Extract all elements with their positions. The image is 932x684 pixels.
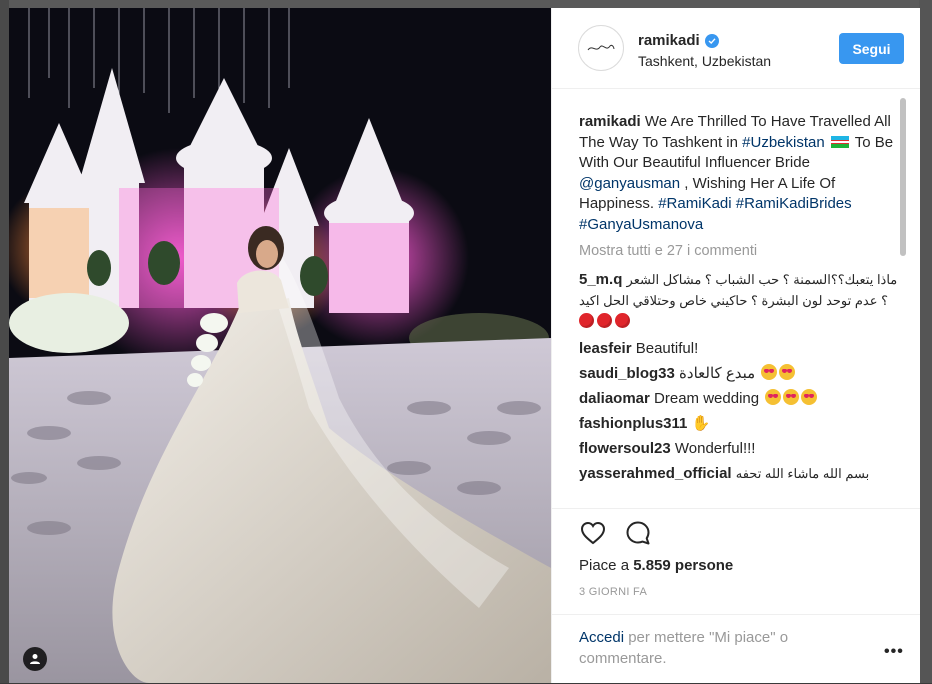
user-tag-icon [30, 654, 40, 664]
comment-text: بسم الله ماشاء الله تحفه [735, 466, 870, 481]
ok-hand-icon: ✋ [691, 415, 711, 432]
wedding-photo-illustration [9, 8, 551, 683]
comment-button[interactable] [624, 519, 652, 547]
comment-item: flowersoul23 Wonderful!!! [579, 438, 904, 459]
comment-text: ماذا يتعبك؟؟السمنة ؟ حب الشباب ؟ مشاكل ا… [579, 272, 898, 308]
comment-username[interactable]: 5_m.q [579, 271, 622, 288]
avatar[interactable] [578, 25, 624, 71]
post-location[interactable]: Tashkent, Uzbekistan [638, 53, 771, 69]
backdrop-strip [919, 0, 932, 683]
comment-username[interactable]: yasserahmed_official [579, 465, 732, 482]
comment-username[interactable]: daliaomar [579, 390, 650, 407]
heart-eyes-icon [761, 364, 778, 380]
comment-text: Beautiful! [635, 340, 699, 357]
heart-icon [580, 521, 606, 545]
red-circle-icon [615, 313, 630, 328]
backdrop-strip [0, 0, 932, 8]
heart-eyes-icon [765, 389, 782, 405]
likes-number: 5.859 persone [633, 557, 734, 574]
backdrop-strip [0, 0, 9, 683]
verified-badge-icon [704, 33, 719, 48]
comment-username[interactable]: saudi_blog33 [579, 365, 675, 382]
post-actions: Piace a 5.859 persone 3 GIORNI FA [552, 508, 920, 598]
comment-item: yasserahmed_official بسم الله ماشاء الله… [579, 463, 904, 484]
comment-item: fashionplus311 ✋ [579, 413, 904, 434]
likes-count[interactable]: Piace a 5.859 persone [579, 557, 733, 574]
comment-text: Wonderful!!! [674, 440, 756, 457]
red-circle-icon [597, 313, 612, 328]
comment-username[interactable]: flowersoul23 [579, 440, 671, 457]
post-side-panel: ramikadi Tashkent, Uzbekistan Segui rami… [551, 8, 920, 683]
comment-icon [626, 521, 650, 545]
red-circle-emojis [579, 313, 904, 334]
user-tag-button[interactable] [23, 647, 47, 671]
signature-logo-icon [587, 44, 615, 51]
likes-prefix: Piace a [579, 557, 634, 574]
show-all-comments-link[interactable]: Mostra tutti e 27 i commenti [579, 243, 904, 259]
heart-eyes-icon [801, 389, 818, 405]
uzbekistan-flag-icon [830, 135, 849, 148]
comment-username[interactable]: leasfeir [579, 340, 632, 357]
red-circle-icon [579, 313, 594, 328]
comment-text: مبدع كالعادة [679, 365, 756, 382]
login-prompt: Accedi per mettere "Mi piace" o commenta… [552, 614, 920, 684]
like-button[interactable] [579, 519, 607, 547]
comment-item: saudi_blog33 مبدع كالعادة [579, 363, 904, 384]
caption-username[interactable]: ramikadi [579, 113, 641, 130]
heart-eyes-icon [783, 389, 800, 405]
heart-eyes-icon [779, 364, 796, 380]
post-header: ramikadi Tashkent, Uzbekistan Segui [552, 8, 920, 89]
username[interactable]: ramikadi [638, 32, 700, 49]
hashtag-link[interactable]: #RamiKadiBrides [736, 195, 852, 212]
follow-button[interactable]: Segui [839, 33, 904, 64]
hashtag-link[interactable]: #Uzbekistan [742, 134, 825, 151]
more-options-button[interactable]: ••• [884, 643, 904, 661]
login-link[interactable]: Accedi [579, 629, 624, 646]
comments-scrollbar[interactable] [898, 94, 907, 504]
scrollbar-thumb[interactable] [900, 98, 906, 256]
hashtag-link[interactable]: #GanyaUsmanova [579, 216, 703, 233]
post-caption: ramikadi We Are Thrilled To Have Travell… [579, 112, 904, 235]
post-timestamp[interactable]: 3 GIORNI FA [579, 586, 647, 598]
comment-item: 5_m.q ماذا يتعبك؟؟السمنة ؟ حب الشباب ؟ م… [579, 269, 904, 334]
mention-link[interactable]: @ganyausman [579, 175, 680, 192]
hashtag-link[interactable]: #RamiKadi [658, 195, 731, 212]
comment-username[interactable]: fashionplus311 [579, 415, 687, 432]
comment-text: Dream wedding [654, 390, 760, 407]
post-photo[interactable] [9, 8, 551, 683]
comment-item: leasfeir Beautiful! [579, 338, 904, 359]
comments-section: ramikadi We Are Thrilled To Have Travell… [552, 89, 920, 507]
comment-item: daliaomar Dream wedding [579, 388, 904, 409]
